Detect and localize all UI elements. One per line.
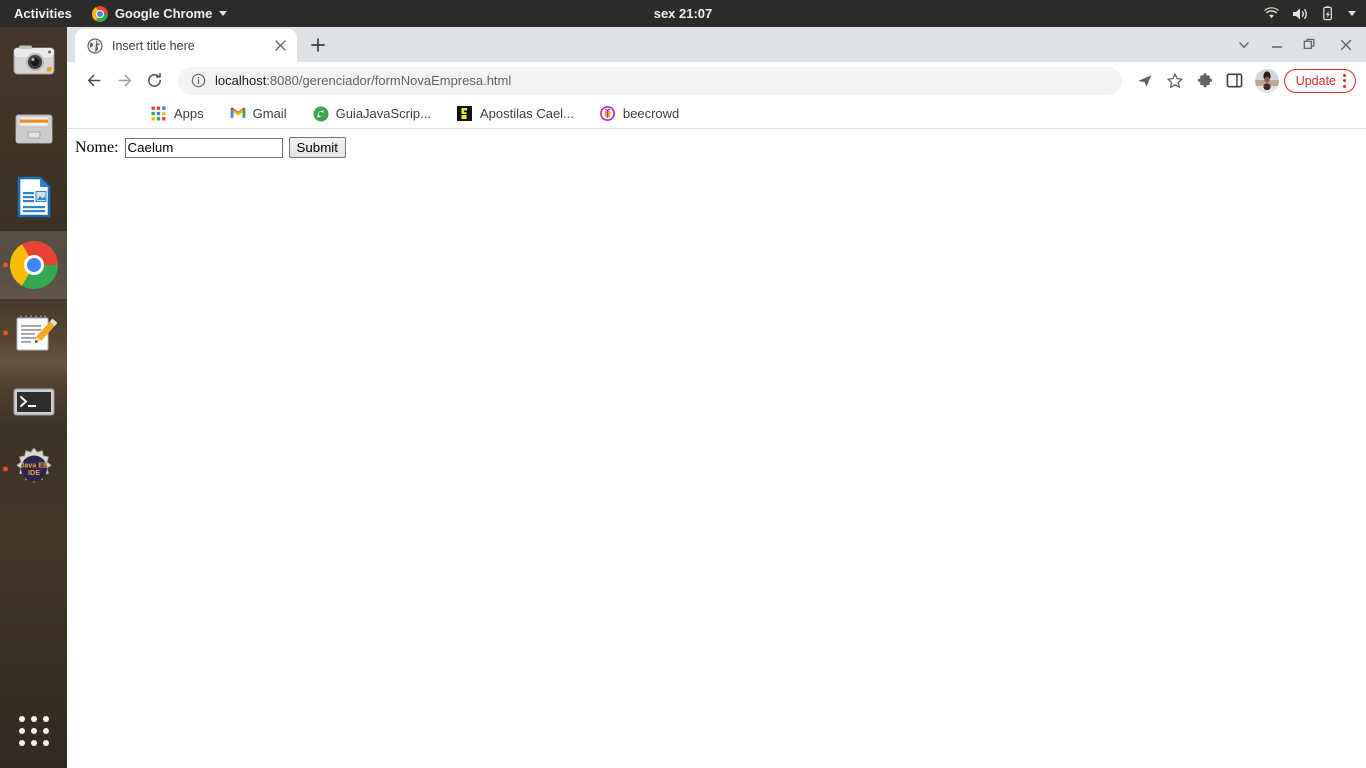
- reload-button[interactable]: [139, 66, 169, 96]
- url-host: localhost: [215, 73, 267, 88]
- bookmark-label: beecrowd: [622, 106, 680, 121]
- dock-item-files[interactable]: [0, 95, 67, 163]
- window-controls: [1227, 27, 1366, 62]
- bookmark-guiajavascript[interactable]: GuiaJavaScrip...: [305, 103, 439, 125]
- system-tray[interactable]: [1264, 6, 1356, 21]
- guiajavascript-icon: [313, 106, 329, 122]
- three-dot-menu-icon[interactable]: [1339, 73, 1350, 88]
- browser-toolbar: localhost:8080/gerenciador/formNovaEmpre…: [67, 62, 1366, 99]
- gnome-top-bar: Activities Google Chrome sex 21:07: [0, 0, 1366, 27]
- ubuntu-dock: Java EE IDE: [0, 27, 67, 768]
- dock-item-text-editor[interactable]: [0, 299, 67, 367]
- dock-item-libreoffice-writer[interactable]: [0, 163, 67, 231]
- url-text: localhost:8080/gerenciador/formNovaEmpre…: [215, 73, 511, 88]
- bookmark-label: Gmail: [252, 106, 287, 121]
- puzzle-icon[interactable]: [1190, 66, 1220, 96]
- url-path: :8080/gerenciador/formNovaEmpresa.html: [266, 73, 512, 88]
- star-icon[interactable]: [1160, 66, 1190, 96]
- apps-grid-icon: [18, 716, 49, 746]
- bookmark-label: GuiaJavaScrip...: [335, 106, 431, 121]
- chrome-browser-window: Insert title here localhost:8080/gerenci…: [67, 27, 1366, 768]
- avatar[interactable]: [1254, 68, 1279, 93]
- app-menu-google-chrome[interactable]: Google Chrome: [84, 5, 236, 22]
- bookmark-beecrowd[interactable]: beecrowd: [592, 103, 687, 125]
- bookmark-label: Apps: [174, 106, 204, 121]
- libreoffice-writer-icon: [10, 173, 58, 221]
- chrome-logo-icon: [9, 241, 58, 289]
- bookmark-apostilas-caelum[interactable]: Apostilas Cael...: [449, 103, 582, 125]
- share-icon[interactable]: [1130, 66, 1160, 96]
- new-tab-button[interactable]: [304, 31, 332, 59]
- update-label: Update: [1295, 73, 1336, 88]
- svg-text:IDE: IDE: [28, 468, 40, 477]
- tab-title: Insert title here: [112, 38, 195, 53]
- bookmark-label: Apostilas Cael...: [479, 106, 574, 121]
- battery-charging-icon: [1322, 6, 1335, 21]
- show-applications-button[interactable]: [0, 702, 67, 760]
- camera-icon: [10, 37, 58, 85]
- close-icon[interactable]: [271, 37, 289, 55]
- dock-item-google-chrome[interactable]: [0, 231, 67, 299]
- forward-button[interactable]: [109, 66, 139, 96]
- minimize-button[interactable]: [1260, 27, 1293, 62]
- system-menu-arrow-icon[interactable]: [1348, 11, 1356, 16]
- nome-input[interactable]: [124, 137, 283, 158]
- dock-item-eclipse-javaee-ide[interactable]: Java EE IDE: [0, 435, 67, 503]
- terminal-icon: [10, 377, 58, 425]
- globe-icon: [87, 37, 103, 54]
- volume-icon: [1292, 7, 1309, 21]
- activities-button[interactable]: Activities: [0, 0, 84, 27]
- tab-strip: Insert title here: [67, 27, 1366, 62]
- eclipse-javaee-ide-icon: Java EE IDE: [10, 445, 58, 493]
- page-viewport: Nome: Submit: [67, 129, 1366, 768]
- text-editor-icon: [10, 309, 58, 357]
- beecrowd-icon: [600, 105, 616, 122]
- chrome-logo-icon: [91, 5, 108, 22]
- bookmarks-bar: Apps Gmail GuiaJavaScrip... Apostilas Ca…: [67, 99, 1366, 129]
- bookmark-apps[interactable]: Apps: [143, 103, 212, 125]
- info-circle-icon[interactable]: [191, 73, 206, 88]
- side-panel-icon[interactable]: [1220, 66, 1250, 96]
- back-button[interactable]: [79, 66, 109, 96]
- nova-empresa-form: Nome: Submit: [75, 137, 1358, 158]
- chevron-down-icon: [219, 11, 228, 16]
- tab-search-button[interactable]: [1227, 27, 1260, 62]
- nome-label: Nome:: [75, 138, 119, 156]
- apps-grid-icon: [151, 106, 167, 122]
- dock-item-camera[interactable]: [0, 27, 67, 95]
- address-bar[interactable]: localhost:8080/gerenciador/formNovaEmpre…: [178, 66, 1122, 95]
- dock-item-terminal[interactable]: [0, 367, 67, 435]
- tab-insert-title-here[interactable]: Insert title here: [75, 29, 297, 62]
- file-manager-icon: [10, 105, 58, 153]
- close-window-button[interactable]: [1326, 27, 1366, 62]
- wifi-icon: [1264, 7, 1279, 20]
- app-menu-label: Google Chrome: [114, 6, 213, 21]
- bookmark-gmail[interactable]: Gmail: [222, 103, 295, 125]
- caelum-icon: [456, 105, 473, 122]
- restore-button[interactable]: [1293, 27, 1326, 62]
- submit-button[interactable]: Submit: [288, 137, 346, 158]
- gmail-icon: [230, 106, 246, 122]
- update-button[interactable]: Update: [1283, 68, 1356, 93]
